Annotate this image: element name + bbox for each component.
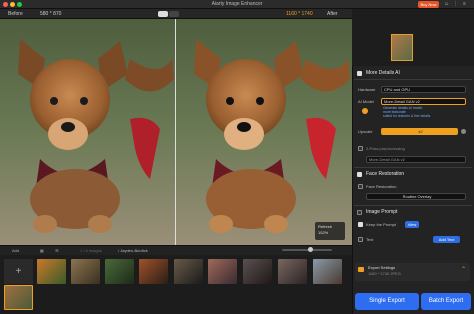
more-icon[interactable]: ≡ [462,1,467,8]
menu-icon[interactable]: ⋮ [453,1,458,8]
export-settings-detail: 1160 * 1740 JPEG [368,271,401,276]
thumbnail-size-slider[interactable] [282,249,332,251]
upscale-info-icon[interactable] [461,129,466,134]
grid-icon[interactable]: ▦ [40,248,44,253]
zoom-level: 152% [318,230,329,235]
title-bar: Aiarty Image Enhancer Buy Now ☺ ⋮ ≡ [0,0,474,9]
view-prompt-button[interactable]: View [405,221,419,228]
ai-model-dropdown[interactable]: More-Detail GAN v2 [381,98,466,105]
dog-photo [0,19,352,245]
preprocess-label: 2-Pass preprocessing [366,146,405,151]
preprocess-checkbox[interactable] [358,146,363,151]
thumbnail-portrait-girl[interactable] [208,259,237,284]
info-icon [362,108,368,114]
image-prompt-checkbox[interactable] [357,210,362,215]
before-size: 580 * 870 [40,11,62,17]
add-label[interactable]: Add [12,248,19,253]
thumbnail-dog-selected[interactable] [4,285,33,310]
slider-knob[interactable] [308,247,313,252]
export-settings-card[interactable]: Export Settings 1160 * 1740 JPEG ⌃ [355,263,470,281]
thumbnail-pagoda[interactable] [313,259,342,284]
preprocess-dropdown[interactable]: More-Detail GAN v2 [366,156,466,163]
buy-now-button[interactable]: Buy Now [418,1,439,8]
author-credit: / Jayden-Burdick [118,248,148,253]
export-settings-title: Export Settings [368,265,396,270]
thumbnail-car[interactable] [139,259,168,284]
more-details-checkbox[interactable] [357,71,362,76]
single-export-button[interactable]: Single Export [355,293,419,310]
face-restoration-checkbox[interactable] [357,172,362,177]
thumbnail-portrait-man[interactable] [174,259,203,284]
after-label: After [327,11,338,17]
user-icon[interactable]: ☺ [444,1,449,8]
navigator-thumbnail[interactable] [391,34,413,61]
face-option-label: Face Restoration [366,184,397,189]
thumbnail-tiger[interactable] [37,259,66,284]
text-checkbox[interactable] [358,237,363,242]
image-prompt-title: Image Prompt [366,209,398,215]
upscale-dropdown[interactable]: x2 [381,128,458,135]
thumbnail-leopard[interactable] [71,259,100,284]
section-divider [354,167,472,168]
upscale-label: Upscale [358,129,373,134]
compare-divider-handle[interactable] [175,19,176,245]
list-icon[interactable]: ☰ [55,248,59,253]
face-mode-dropdown[interactable]: Routine Overlay [366,193,466,200]
face-restoration-title: Face Restoration [366,171,405,177]
navigator [352,9,474,66]
image-count: 1 / 8 images [80,248,102,253]
add-text-button[interactable]: Add Text [433,236,460,243]
before-label: Before [8,11,23,17]
batch-export-button[interactable]: Batch Export [421,293,471,310]
hardware-label: Hardware [358,87,376,92]
thumbnail-statue[interactable] [105,259,134,284]
section-divider [354,79,472,80]
section-divider [354,205,472,206]
viewer-toolbar: Before 580 * 870 1160 * 1740 After [0,9,352,19]
app-title: Aiarty Image Enhancer [211,1,263,7]
chevron-up-icon[interactable]: ⌃ [461,266,466,273]
after-size: 1160 * 1740 [286,11,313,17]
zoom-panel[interactable]: Refresh 152% [315,222,345,240]
more-details-title: More Details AI [366,70,400,76]
hardware-dropdown[interactable]: CPU and GPU [381,86,466,93]
thumbnail-woman[interactable] [278,259,307,284]
thumbnail-dark-portrait[interactable] [243,259,272,284]
add-image-button[interactable]: + [4,259,33,284]
model-description-3: suited for textures & fine details [383,114,431,118]
ai-model-label: AI Model [358,99,374,104]
face-option-checkbox[interactable] [358,184,363,189]
compare-split-toggle[interactable] [158,11,168,17]
compare-side-toggle[interactable] [169,11,179,17]
export-folder-icon [358,267,364,272]
image-viewer[interactable] [0,19,352,245]
keep-prompt-checkbox[interactable] [358,222,363,227]
text-label: Text [366,237,374,242]
keep-prompt-label: Keep the Prompt [366,222,397,227]
